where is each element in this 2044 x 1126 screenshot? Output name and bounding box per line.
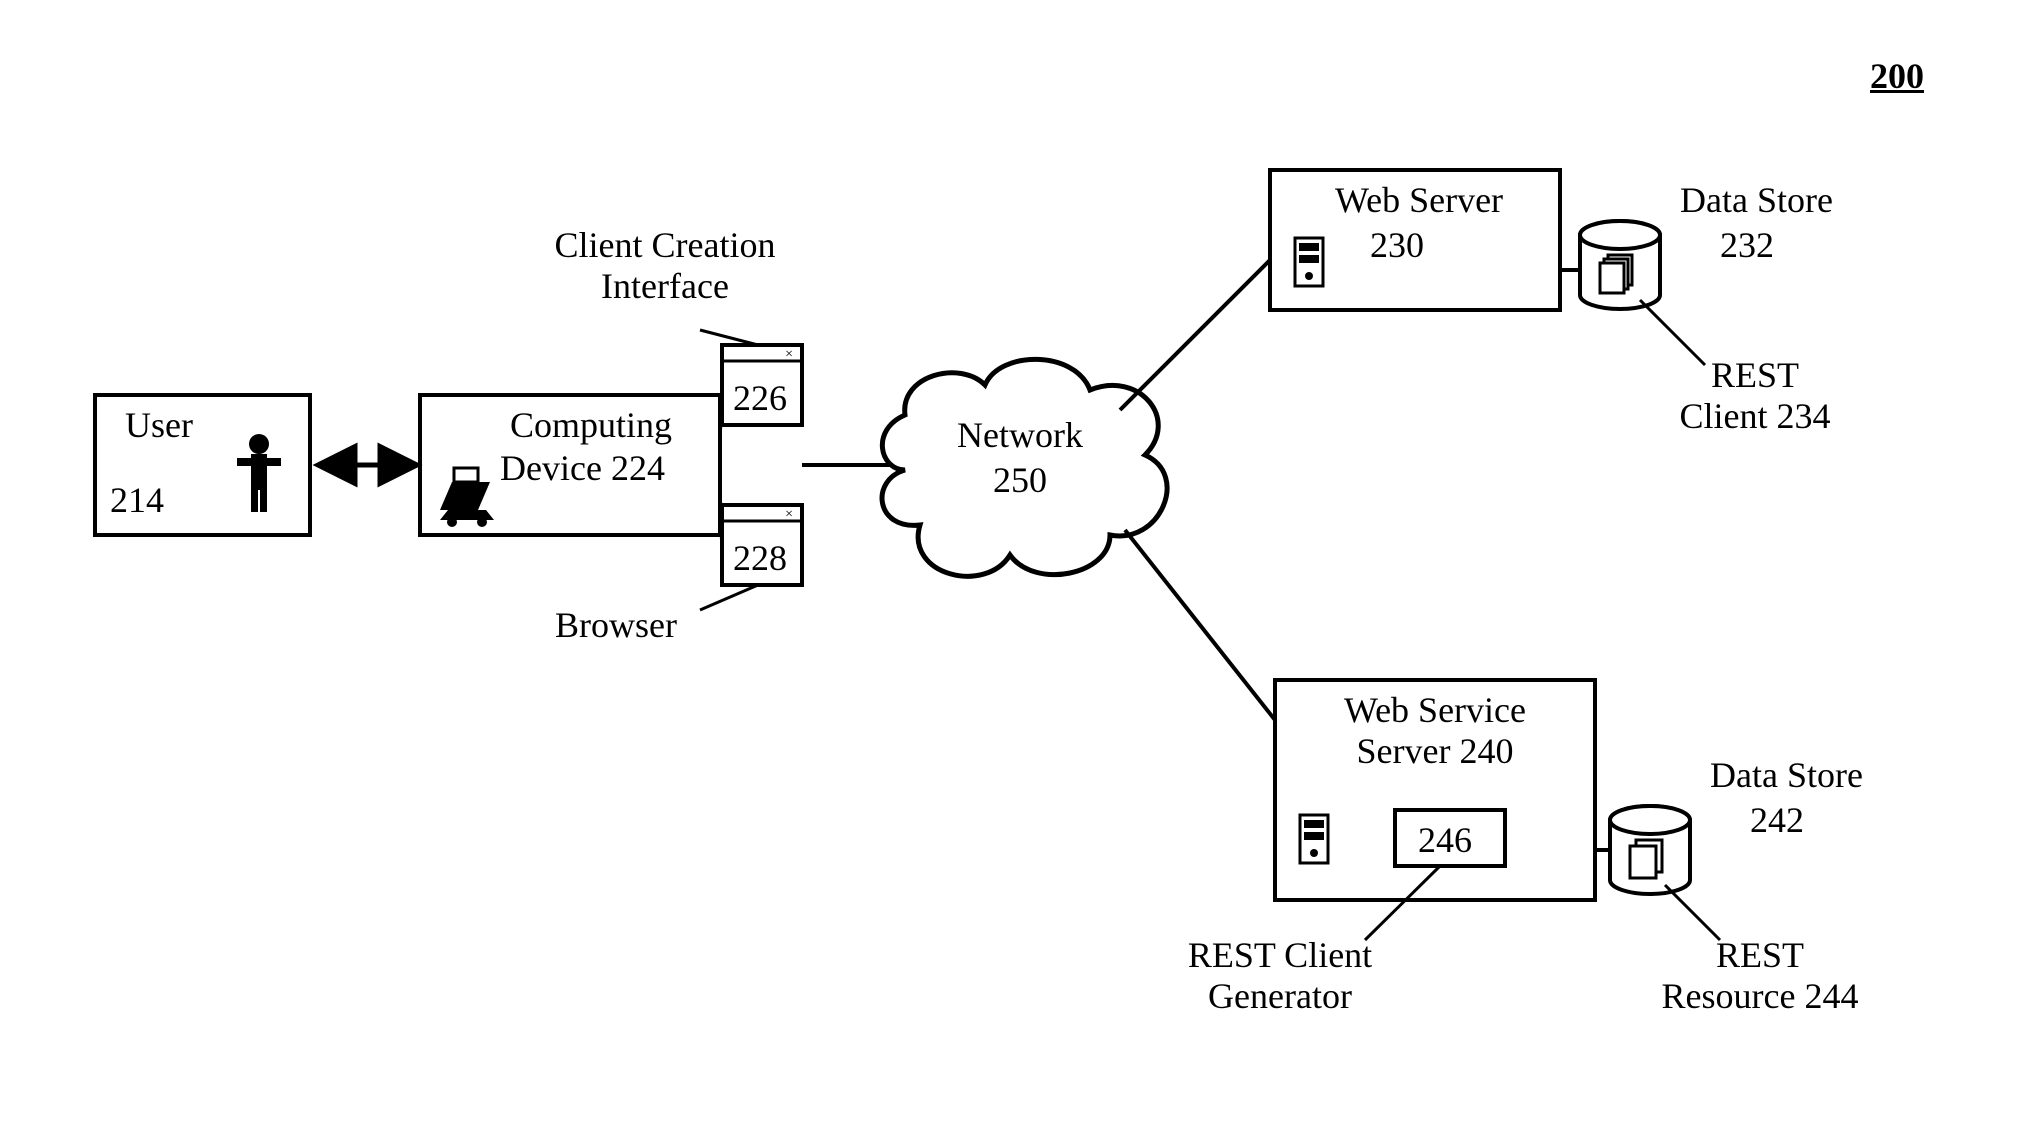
wss-ref: 240 bbox=[1459, 731, 1513, 771]
data-store-242-ref: 242 bbox=[1750, 800, 1804, 841]
computing-device-label2: Device 224 bbox=[500, 448, 665, 489]
cloud-to-webservice bbox=[1125, 530, 1275, 720]
cci-ref: 226 bbox=[733, 378, 787, 419]
rcg-line1: REST Client bbox=[1150, 935, 1410, 976]
rest-resource-ref: 244 bbox=[1804, 976, 1858, 1016]
rcg-leader bbox=[1365, 866, 1440, 940]
network-label: Network bbox=[935, 415, 1105, 456]
rest-client-line2: Client 234 bbox=[1645, 396, 1865, 437]
rcg-line2: Generator bbox=[1150, 976, 1410, 1017]
rest-client-line1: REST bbox=[1645, 355, 1865, 396]
web-server-ref: 230 bbox=[1370, 225, 1424, 266]
rest-resource-line2: Resource 244 bbox=[1620, 976, 1900, 1017]
cci-leader bbox=[700, 330, 758, 345]
rest-client-ref: 234 bbox=[1777, 396, 1831, 436]
computing-device-label1: Computing bbox=[510, 405, 672, 446]
user-label: User bbox=[125, 405, 193, 446]
rest-resource-label: REST Resource 244 bbox=[1620, 935, 1900, 1018]
rest-client-label: REST Client 234 bbox=[1645, 355, 1865, 438]
data-store-232 bbox=[1580, 221, 1660, 309]
cci-line1: Client Creation bbox=[535, 225, 795, 266]
rest-client-generator-label: REST Client Generator bbox=[1150, 935, 1410, 1018]
computing-device-ref: 224 bbox=[611, 448, 665, 488]
data-store-232-ref: 232 bbox=[1720, 225, 1774, 266]
cci-line2: Interface bbox=[535, 266, 795, 307]
rest-resource-line1: REST bbox=[1620, 935, 1900, 976]
computing-device-label2-text: Device bbox=[500, 448, 602, 488]
cloud-to-webserver bbox=[1120, 260, 1270, 410]
browser-leader bbox=[700, 585, 758, 610]
web-server-label: Web Server bbox=[1335, 180, 1503, 221]
rest-resource-leader bbox=[1665, 885, 1720, 940]
device-to-browser bbox=[720, 500, 722, 540]
rest-resource-line2-text: Resource bbox=[1662, 976, 1796, 1016]
web-service-server-label: Web Service Server 240 bbox=[1300, 690, 1570, 773]
wss-line2: Server 240 bbox=[1300, 731, 1570, 772]
svg-text:×: × bbox=[785, 507, 793, 522]
wss-line1: Web Service bbox=[1300, 690, 1570, 731]
user-ref: 214 bbox=[110, 480, 164, 521]
data-store-242-label: Data Store bbox=[1710, 755, 1863, 796]
device-to-cci bbox=[720, 395, 722, 430]
data-store-232-label: Data Store bbox=[1680, 180, 1833, 221]
browser-label: Browser bbox=[555, 605, 677, 646]
data-store-242 bbox=[1610, 806, 1690, 894]
network-ref: 250 bbox=[935, 460, 1105, 501]
inner-246-ref: 246 bbox=[1418, 820, 1472, 861]
wss-line2-text: Server bbox=[1357, 731, 1451, 771]
svg-text:×: × bbox=[785, 347, 793, 362]
rest-client-line2-text: Client bbox=[1680, 396, 1768, 436]
browser-ref: 228 bbox=[733, 538, 787, 579]
client-creation-interface-label: Client Creation Interface bbox=[535, 225, 795, 308]
